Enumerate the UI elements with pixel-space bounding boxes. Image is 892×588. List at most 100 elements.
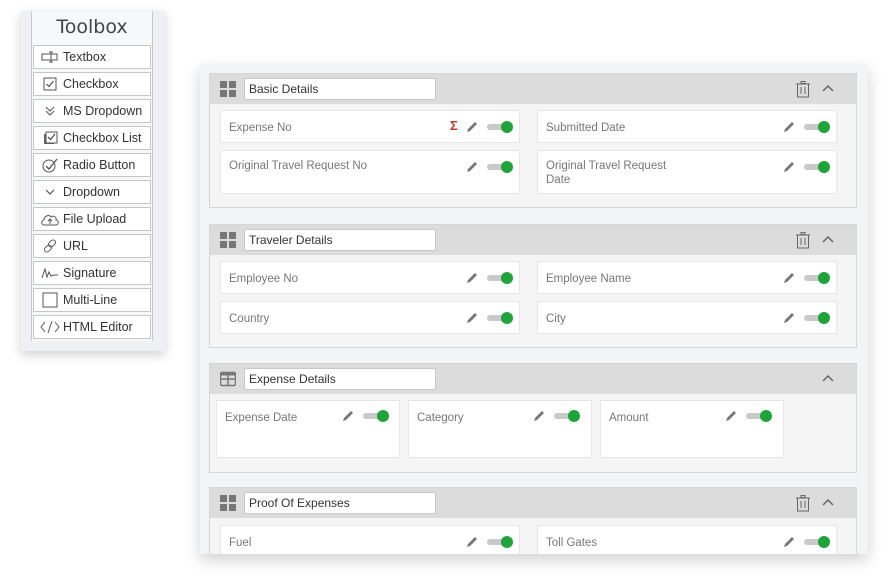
pencil-icon[interactable] <box>466 312 478 324</box>
field-amount[interactable]: Amount <box>600 400 784 458</box>
tool-html-editor[interactable]: HTML Editor <box>33 315 151 339</box>
tool-ms-dropdown[interactable]: MS Dropdown <box>33 99 151 123</box>
field-category[interactable]: Category <box>408 400 592 458</box>
visibility-toggle[interactable] <box>487 536 513 548</box>
tool-label: HTML Editor <box>63 320 133 334</box>
field-label: Submitted Date <box>546 122 626 134</box>
field-original-travel-request-no[interactable]: Original Travel Request No <box>220 150 520 194</box>
visibility-toggle[interactable] <box>804 536 830 548</box>
pencil-icon[interactable] <box>466 536 478 548</box>
tool-label: Signature <box>63 266 117 280</box>
tool-url[interactable]: URL <box>33 234 151 258</box>
pencil-icon[interactable] <box>342 410 354 422</box>
checkbox-list-icon <box>40 130 60 146</box>
field-expense-date[interactable]: Expense Date <box>216 400 400 458</box>
field-label: City <box>546 313 566 325</box>
field-city[interactable]: City <box>537 301 837 334</box>
grid-four-icon[interactable] <box>220 495 236 511</box>
chevron-up-icon[interactable] <box>822 83 834 93</box>
tool-label: Checkbox List <box>63 131 142 145</box>
pencil-icon[interactable] <box>533 410 545 422</box>
visibility-toggle[interactable] <box>746 410 772 422</box>
tool-dropdown[interactable]: Dropdown <box>33 180 151 204</box>
section-title-input[interactable]: Expense Details <box>244 368 436 390</box>
grid-four-icon[interactable] <box>220 81 236 97</box>
pencil-icon[interactable] <box>466 121 478 133</box>
cloud-upload-icon <box>40 211 60 227</box>
tool-label: Textbox <box>63 50 107 64</box>
trash-icon[interactable] <box>796 495 810 512</box>
grid-four-icon[interactable] <box>220 232 236 248</box>
tool-multi-line[interactable]: Multi-Line <box>33 288 151 312</box>
field-expense-no[interactable]: Expense No Σ <box>220 110 520 143</box>
section-basic-details: Basic Details Expense No Σ Submitted Dat… <box>209 73 857 208</box>
trash-icon[interactable] <box>796 232 810 249</box>
section-header: Proof Of Expenses <box>210 488 856 518</box>
textbox-icon <box>40 49 60 65</box>
field-label: Toll Gates <box>546 537 598 549</box>
chevron-up-icon[interactable] <box>822 234 834 244</box>
field-country[interactable]: Country <box>220 301 520 334</box>
tool-checkbox[interactable]: Checkbox <box>33 72 151 96</box>
table-icon[interactable] <box>220 371 236 387</box>
section-title-input[interactable]: Basic Details <box>244 78 436 100</box>
tool-textbox[interactable]: Textbox <box>33 45 151 69</box>
pencil-icon[interactable] <box>725 410 737 422</box>
checkbox-icon <box>40 76 60 92</box>
tool-label: URL <box>63 239 89 253</box>
field-employee-name[interactable]: Employee Name <box>537 261 837 294</box>
tool-label: Dropdown <box>63 185 120 199</box>
tool-checkbox-list[interactable]: Checkbox List <box>33 126 151 150</box>
tool-label: Radio Button <box>63 158 136 172</box>
trash-icon[interactable] <box>796 81 810 98</box>
pencil-icon[interactable] <box>783 536 795 548</box>
pencil-icon[interactable] <box>783 161 795 173</box>
tool-label: Checkbox <box>63 77 119 91</box>
section-header: Expense Details <box>210 364 856 394</box>
visibility-toggle[interactable] <box>804 272 830 284</box>
field-label: Employee No <box>229 273 299 285</box>
signature-icon <box>40 265 60 281</box>
visibility-toggle[interactable] <box>804 121 830 133</box>
tool-signature[interactable]: Signature <box>33 261 151 285</box>
chevron-up-icon[interactable] <box>822 373 834 383</box>
pencil-icon[interactable] <box>783 312 795 324</box>
pencil-icon[interactable] <box>466 161 478 173</box>
tool-file-upload[interactable]: File Upload <box>33 207 151 231</box>
field-toll-gates[interactable]: Toll Gates <box>537 525 837 554</box>
section-header: Traveler Details <box>210 225 856 255</box>
sigma-icon[interactable]: Σ <box>450 118 458 133</box>
field-label: Fuel <box>229 537 252 549</box>
visibility-toggle[interactable] <box>554 410 580 422</box>
field-label: Expense No <box>229 122 292 134</box>
chevron-up-icon[interactable] <box>822 497 834 507</box>
field-submitted-date[interactable]: Submitted Date <box>537 110 837 143</box>
visibility-toggle[interactable] <box>363 410 389 422</box>
field-original-travel-request-date[interactable]: Original Travel Request Date <box>537 150 837 194</box>
field-label: Country <box>229 313 270 325</box>
toolbox-list: Toolbox Textbox Checkbox MS Dropdown Che… <box>31 11 153 341</box>
field-employee-no[interactable]: Employee No <box>220 261 520 294</box>
field-label: Original Travel Request No <box>229 160 368 172</box>
visibility-toggle[interactable] <box>487 121 513 133</box>
field-label: Original Travel Request Date <box>546 160 667 186</box>
tool-radio-button[interactable]: Radio Button <box>33 153 151 177</box>
visibility-toggle[interactable] <box>487 161 513 173</box>
section-title-input[interactable]: Traveler Details <box>244 229 436 251</box>
visibility-toggle[interactable] <box>804 312 830 324</box>
toolbox-panel: Toolbox Textbox Checkbox MS Dropdown Che… <box>21 11 165 351</box>
visibility-toggle[interactable] <box>804 161 830 173</box>
toolbox-title: Toolbox <box>56 16 128 38</box>
tool-label: File Upload <box>63 212 127 226</box>
double-chevron-down-icon <box>40 103 60 119</box>
section-proof-of-expenses: Proof Of Expenses Fuel Toll Gates <box>209 487 857 554</box>
pencil-icon[interactable] <box>466 272 478 284</box>
pencil-icon[interactable] <box>783 121 795 133</box>
form-designer-canvas: Basic Details Expense No Σ Submitted Dat… <box>200 64 868 554</box>
section-title-input[interactable]: Proof Of Expenses <box>244 492 436 514</box>
field-label: Employee Name <box>546 273 632 285</box>
visibility-toggle[interactable] <box>487 312 513 324</box>
visibility-toggle[interactable] <box>487 272 513 284</box>
pencil-icon[interactable] <box>783 272 795 284</box>
field-fuel[interactable]: Fuel <box>220 525 520 554</box>
